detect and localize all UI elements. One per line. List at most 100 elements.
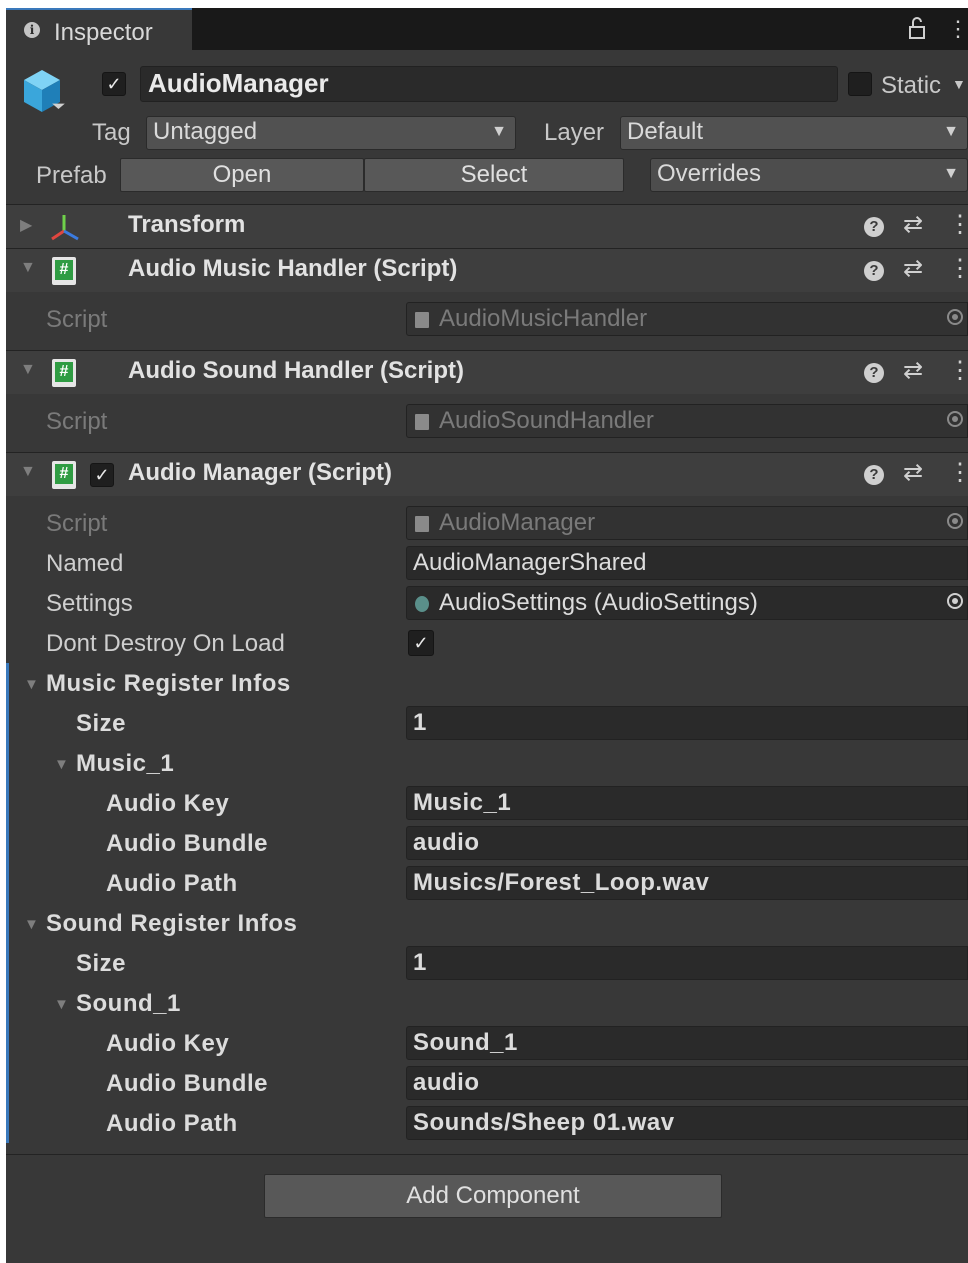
selection-indicator xyxy=(6,663,9,1143)
presets-icon[interactable]: ⇄ xyxy=(903,458,923,487)
component-transform[interactable]: ▶ Transform ? ⇄ ⋮ xyxy=(6,204,968,248)
tag-value: Untagged xyxy=(153,118,258,145)
script-value: AudioManager xyxy=(439,509,596,536)
sound-element-label[interactable]: Sound_1 xyxy=(76,990,181,1018)
component-title: Audio Music Handler (Script) xyxy=(128,255,458,282)
sound-register-infos-label[interactable]: Sound Register Infos xyxy=(46,910,297,938)
sound-size-input[interactable]: 1 xyxy=(406,946,968,980)
cube-icon[interactable] xyxy=(22,68,68,118)
transform-axes-icon xyxy=(48,213,82,248)
object-picker-icon[interactable] xyxy=(947,593,963,609)
music-audio-key-label: Audio Key xyxy=(106,790,230,817)
script-label: Script xyxy=(46,510,108,537)
music-size-input[interactable]: 1 xyxy=(406,706,968,740)
kebab-menu-icon[interactable]: ⋮ xyxy=(947,16,968,42)
fold-arrow-icon[interactable]: ▼ xyxy=(20,361,36,379)
named-input[interactable]: AudioManagerShared xyxy=(406,546,968,580)
sound-size-label: Size xyxy=(76,950,127,977)
fold-arrow-icon[interactable]: ▼ xyxy=(54,756,69,773)
component-title: Audio Sound Handler (Script) xyxy=(128,357,464,384)
component-title: Transform xyxy=(128,211,246,238)
kebab-menu-icon[interactable]: ⋮ xyxy=(948,458,968,487)
fold-arrow-icon[interactable]: ▶ xyxy=(20,215,32,235)
script-file-icon xyxy=(415,312,429,328)
dont-destroy-checkbox[interactable]: ✓ xyxy=(408,630,434,656)
music-audio-path-input[interactable]: Musics/Forest_Loop.wav xyxy=(406,866,968,900)
object-picker-icon[interactable] xyxy=(947,309,963,325)
fold-arrow-icon[interactable]: ▼ xyxy=(24,916,39,933)
info-icon: i xyxy=(24,22,40,38)
script-file-icon xyxy=(415,516,429,532)
settings-field[interactable]: AudioSettings (AudioSettings) xyxy=(406,586,968,620)
overrides-dropdown[interactable]: Overrides ▼ xyxy=(650,158,968,192)
script-field[interactable]: AudioSoundHandler xyxy=(406,404,968,438)
music-audio-key-input[interactable]: Music_1 xyxy=(406,786,968,820)
music-register-infos-label[interactable]: Music Register Infos xyxy=(46,670,291,698)
script-label: Script xyxy=(46,408,108,435)
static-checkbox[interactable]: ✓ xyxy=(848,72,872,96)
chevron-down-icon: ▼ xyxy=(491,123,507,140)
named-label: Named xyxy=(46,550,124,577)
tab-bar: i Inspector ⋮ xyxy=(6,8,968,50)
scriptable-object-icon xyxy=(415,596,429,612)
object-picker-icon[interactable] xyxy=(947,513,963,529)
static-dropdown-icon[interactable]: ▼ xyxy=(952,76,966,92)
sound-audio-bundle-label: Audio Bundle xyxy=(106,1070,268,1097)
presets-icon[interactable]: ⇄ xyxy=(903,254,923,283)
kebab-menu-icon[interactable]: ⋮ xyxy=(948,254,968,283)
prefab-select-button[interactable]: Select xyxy=(364,158,624,192)
chevron-down-icon: ▼ xyxy=(943,123,959,140)
object-picker-icon[interactable] xyxy=(947,411,963,427)
tab-label: Inspector xyxy=(54,19,153,46)
music-size-label: Size xyxy=(76,710,127,737)
chevron-down-icon: ▼ xyxy=(943,165,959,182)
divider xyxy=(6,1154,968,1155)
tag-label: Tag xyxy=(92,119,131,146)
layer-label: Layer xyxy=(544,119,605,146)
tab-inspector[interactable]: i Inspector xyxy=(6,8,192,50)
music-audio-bundle-input[interactable]: audio xyxy=(406,826,968,860)
lock-icon[interactable] xyxy=(908,16,926,46)
component-audio-sound-handler[interactable]: ▼ # Audio Sound Handler (Script) ? ⇄ ⋮ xyxy=(6,350,968,394)
sound-audio-bundle-input[interactable]: audio xyxy=(406,1066,968,1100)
kebab-menu-icon[interactable]: ⋮ xyxy=(948,356,968,385)
sound-audio-path-input[interactable]: Sounds/Sheep 01.wav xyxy=(406,1106,968,1140)
help-icon[interactable]: ? xyxy=(864,217,884,237)
active-checkbox[interactable]: ✓ xyxy=(102,72,126,96)
music-element-label[interactable]: Music_1 xyxy=(76,750,174,778)
layer-value: Default xyxy=(627,118,704,145)
script-field[interactable]: AudioManager xyxy=(406,506,968,540)
dont-destroy-label: Dont Destroy On Load xyxy=(46,630,285,657)
component-audio-music-handler[interactable]: ▼ # Audio Music Handler (Script) ? ⇄ ⋮ xyxy=(6,248,968,292)
presets-icon[interactable]: ⇄ xyxy=(903,210,923,239)
fold-arrow-icon[interactable]: ▼ xyxy=(20,259,36,277)
settings-value: AudioSettings (AudioSettings) xyxy=(439,589,758,616)
cs-script-icon: # xyxy=(52,359,76,387)
script-file-icon xyxy=(415,414,429,430)
help-icon[interactable]: ? xyxy=(864,363,884,383)
help-icon[interactable]: ? xyxy=(864,465,884,485)
kebab-menu-icon[interactable]: ⋮ xyxy=(948,210,968,239)
presets-icon[interactable]: ⇄ xyxy=(903,356,923,385)
component-enabled-checkbox[interactable]: ✓ xyxy=(90,463,114,487)
object-name-input[interactable]: AudioManager xyxy=(140,66,838,102)
sound-audio-path-label: Audio Path xyxy=(106,1110,238,1137)
fold-arrow-icon[interactable]: ▼ xyxy=(54,996,69,1013)
component-title: Audio Manager (Script) xyxy=(128,459,393,486)
tag-dropdown[interactable]: Untagged ▼ xyxy=(146,116,516,150)
script-field[interactable]: AudioMusicHandler xyxy=(406,302,968,336)
static-label[interactable]: Static xyxy=(881,72,941,100)
cs-script-icon: # xyxy=(52,257,76,285)
fold-arrow-icon[interactable]: ▼ xyxy=(20,463,36,481)
settings-label: Settings xyxy=(46,590,133,617)
help-icon[interactable]: ? xyxy=(864,261,884,281)
prefab-open-button[interactable]: Open xyxy=(120,158,364,192)
component-audio-manager[interactable]: ▼ # ✓ Audio Manager (Script) ? ⇄ ⋮ xyxy=(6,452,968,496)
fold-arrow-icon[interactable]: ▼ xyxy=(24,676,39,693)
overrides-label: Overrides xyxy=(657,160,762,187)
cs-script-icon: # xyxy=(52,461,76,489)
add-component-button[interactable]: Add Component xyxy=(264,1174,722,1218)
layer-dropdown[interactable]: Default ▼ xyxy=(620,116,968,150)
sound-audio-key-input[interactable]: Sound_1 xyxy=(406,1026,968,1060)
script-value: AudioSoundHandler xyxy=(439,407,654,434)
